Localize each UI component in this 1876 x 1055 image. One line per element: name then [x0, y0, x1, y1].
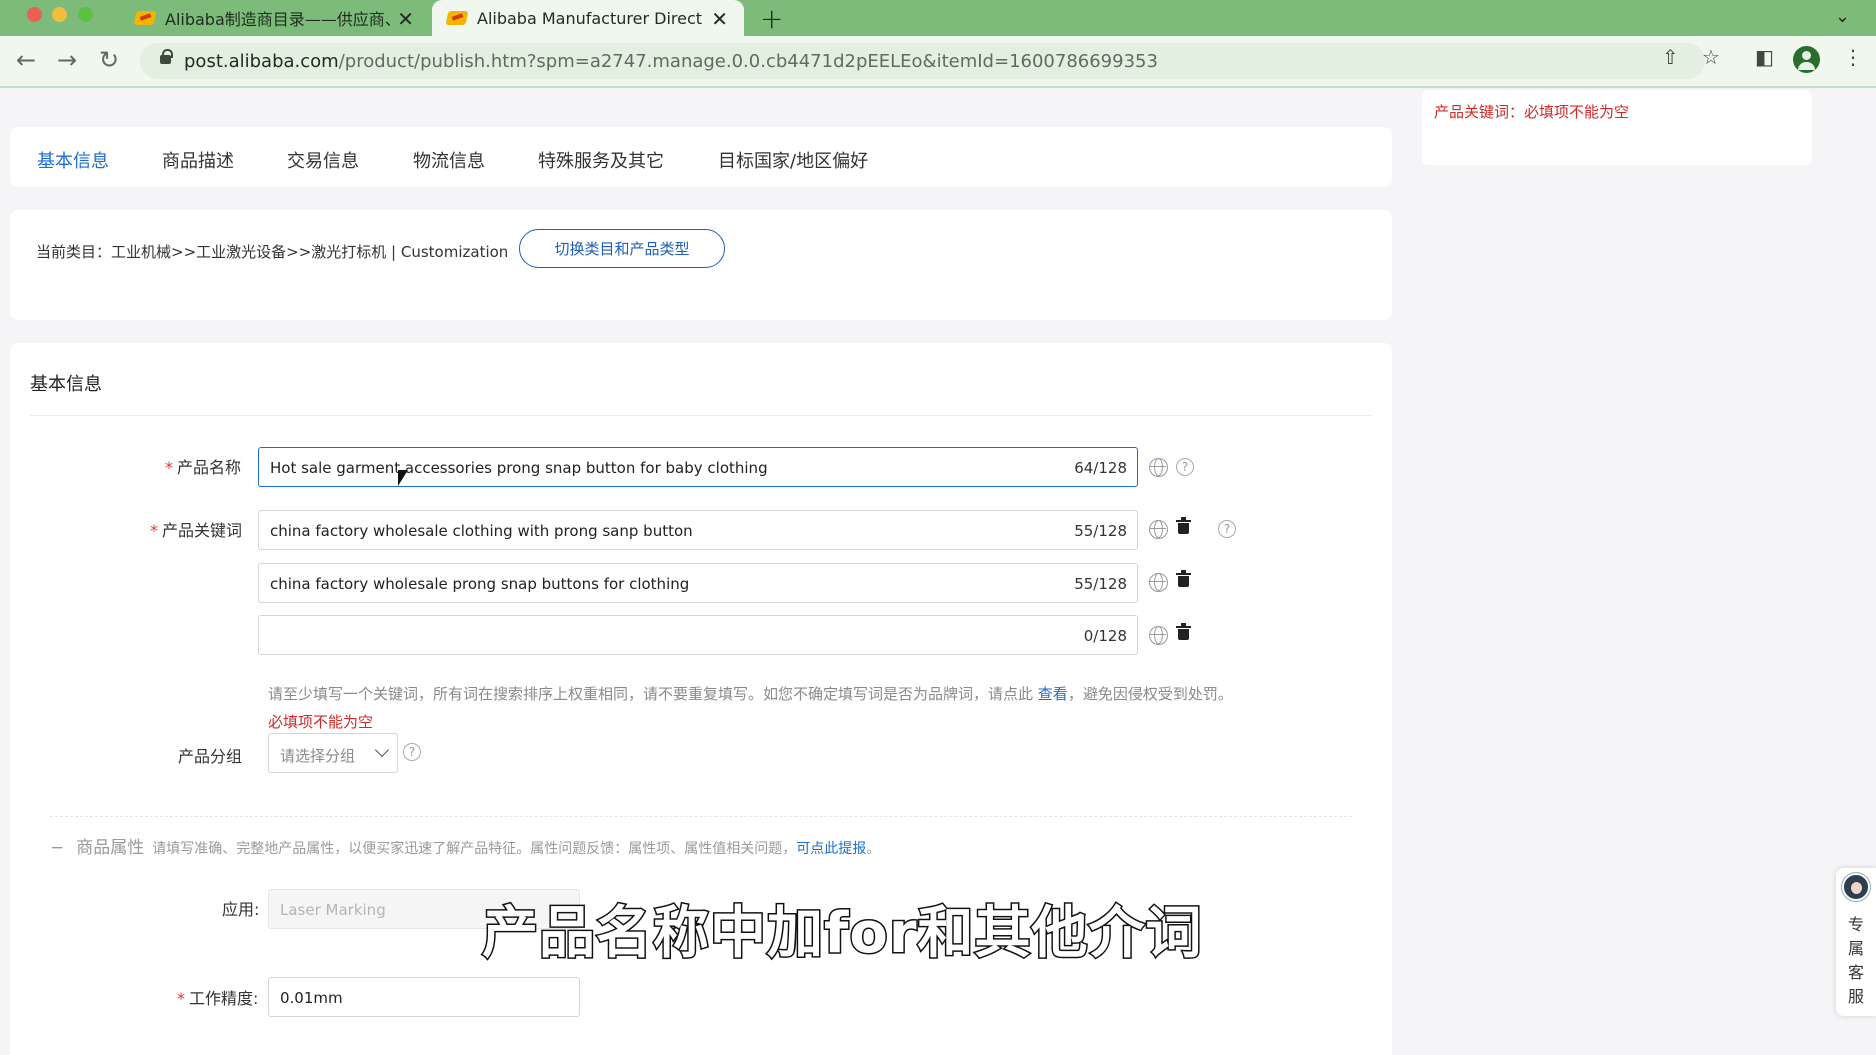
agent-avatar [1842, 873, 1870, 901]
tab-product-description[interactable]: 商品描述 [162, 147, 234, 173]
attributes-desc: 请填写准确、完整地产品属性，以便买家迅速了解产品特征。属性问题反馈：属性项、属性… [152, 841, 797, 857]
globe-icon[interactable] [1149, 626, 1168, 645]
tab-logistics-info[interactable]: 物流信息 [413, 147, 485, 173]
globe-icon[interactable] [1149, 520, 1168, 539]
close-tab-icon[interactable]: ✕ [711, 7, 728, 31]
keyword-input-3[interactable]: 0/128 [258, 615, 1138, 655]
url-host: post.alibaba.com [184, 51, 339, 72]
trash-icon[interactable] [1176, 570, 1191, 587]
switch-category-button[interactable]: 切换类目和产品类型 [519, 229, 725, 268]
tab-special-services[interactable]: 特殊服务及其它 [538, 147, 664, 173]
new-tab-icon[interactable]: + [760, 2, 783, 35]
product-name-value: Hot sale garment accessories prong snap … [270, 459, 768, 477]
keyword-input-1[interactable]: china factory wholesale clothing with pr… [258, 510, 1138, 550]
back-arrow-icon[interactable]: ← [16, 46, 36, 74]
tab-title: Alibaba Manufacturer Directory [477, 8, 703, 28]
profile-avatar-icon[interactable] [1793, 46, 1820, 73]
validation-summary: 产品关键词：必填项不能为空 [1422, 90, 1812, 165]
keyword-value: china factory wholesale clothing with pr… [270, 522, 693, 540]
alibaba-favicon-icon [133, 9, 157, 27]
browser-toolbar: ← → ↻ post.alibaba.com/product/publish.h… [0, 36, 1876, 88]
application-value: Laser Marking [280, 901, 386, 919]
tab-trade-info[interactable]: 交易信息 [287, 147, 359, 173]
keyword-required-error: 产品关键词：必填项不能为空 [1434, 103, 1630, 121]
trash-icon[interactable] [1176, 623, 1191, 640]
lock-icon[interactable] [160, 49, 173, 64]
alibaba-favicon-icon [445, 9, 469, 27]
section-title: 基本信息 [30, 374, 102, 395]
reload-icon[interactable]: ↻ [99, 46, 119, 74]
group-placeholder: 请选择分组 [280, 747, 356, 765]
product-name-label: * 产品名称 [165, 458, 242, 477]
browser-tab-2-active[interactable]: Alibaba Manufacturer Directory ✕ [432, 0, 744, 36]
char-counter: 0/128 [1083, 627, 1127, 645]
divider [50, 816, 1352, 817]
forward-arrow-icon[interactable]: → [57, 46, 77, 74]
keyword-required-error-inline: 必填项不能为空 [268, 713, 374, 731]
minimize-window-button[interactable] [52, 7, 67, 22]
share-icon[interactable]: ⇧ [1662, 45, 1679, 69]
tab-target-countries[interactable]: 目标国家/地区偏好 [718, 147, 868, 173]
trash-icon[interactable] [1176, 517, 1191, 534]
product-name-input[interactable]: Hot sale garment accessories prong snap … [258, 447, 1138, 487]
customer-service-widget[interactable]: 专属客服 [1836, 868, 1876, 1016]
bookmark-star-icon[interactable]: ☆ [1702, 45, 1720, 69]
tab-basic-info[interactable]: 基本信息 [37, 147, 109, 173]
category-card: 当前类目：工业机械>>工业激光设备>>激光打标机 | Customization… [10, 210, 1392, 320]
precision-label: * 工作精度: [177, 989, 259, 1008]
current-category: 当前类目：工业机械>>工业激光设备>>激光打标机 | Customization [36, 243, 509, 261]
form-section-tabs: 基本信息 商品描述 交易信息 物流信息 特殊服务及其它 目标国家/地区偏好 [10, 127, 1392, 187]
chevron-down-icon [374, 742, 390, 758]
customer-service-label: 专属客服 [1847, 915, 1864, 1006]
precision-value: 0.01mm [280, 989, 343, 1007]
globe-icon[interactable] [1149, 458, 1168, 477]
report-link[interactable]: 可点此提报 [796, 841, 866, 857]
globe-icon[interactable] [1149, 573, 1168, 592]
product-keywords-label: * 产品关键词 [150, 521, 243, 540]
menu-kebab-icon[interactable]: ⋮ [1843, 45, 1863, 69]
keyword-input-2[interactable]: china factory wholesale prong snap butto… [258, 563, 1138, 603]
sidebar-icon[interactable]: ◧ [1755, 45, 1774, 69]
attributes-title: 商品属性 [76, 838, 145, 858]
url-path: /product/publish.htm?spm=a2747.manage.0.… [338, 51, 1158, 72]
keyword-value: china factory wholesale prong snap butto… [270, 575, 690, 593]
browser-tab-1[interactable]: Alibaba制造商目录——供应商、 ✕ [133, 0, 430, 36]
product-attributes-header: − 商品属性 请填写准确、完整地产品属性，以便买家迅速了解产品特征。属性问题反馈：属… [50, 838, 881, 858]
view-brand-link[interactable]: 查看 [1038, 685, 1068, 703]
application-label: 应用: [222, 900, 260, 919]
product-group-select[interactable]: 请选择分组 [268, 733, 398, 773]
char-counter: 55/128 [1074, 522, 1127, 540]
tab-title: Alibaba制造商目录——供应商、 [165, 10, 391, 29]
browser-tab-strip: Alibaba制造商目录——供应商、 ✕ Alibaba Manufacture… [0, 0, 1876, 36]
divider [30, 415, 1372, 416]
help-icon[interactable]: ? [403, 743, 421, 761]
help-icon[interactable]: ? [1176, 458, 1194, 476]
video-subtitle: 产品名称中加for和其他介词 [480, 900, 1203, 968]
close-tab-icon[interactable]: ✕ [397, 7, 414, 31]
char-counter: 64/128 [1074, 459, 1127, 477]
product-group-label: 产品分组 [178, 747, 243, 766]
close-window-button[interactable] [27, 7, 42, 22]
keyword-hint: 请至少填写一个关键词，所有词在搜索排序上权重相同，请不要重复填写。如您不确定填写… [268, 685, 1233, 703]
char-counter: 55/128 [1074, 575, 1127, 593]
tab-list-chevron-icon[interactable]: ⌄ [1835, 6, 1850, 27]
maximize-window-button[interactable] [78, 7, 93, 22]
precision-input[interactable]: 0.01mm [268, 977, 580, 1017]
url-text[interactable]: post.alibaba.com/product/publish.htm?spm… [184, 51, 1158, 72]
collapse-icon[interactable]: − [50, 838, 64, 858]
help-icon[interactable]: ? [1218, 520, 1236, 538]
